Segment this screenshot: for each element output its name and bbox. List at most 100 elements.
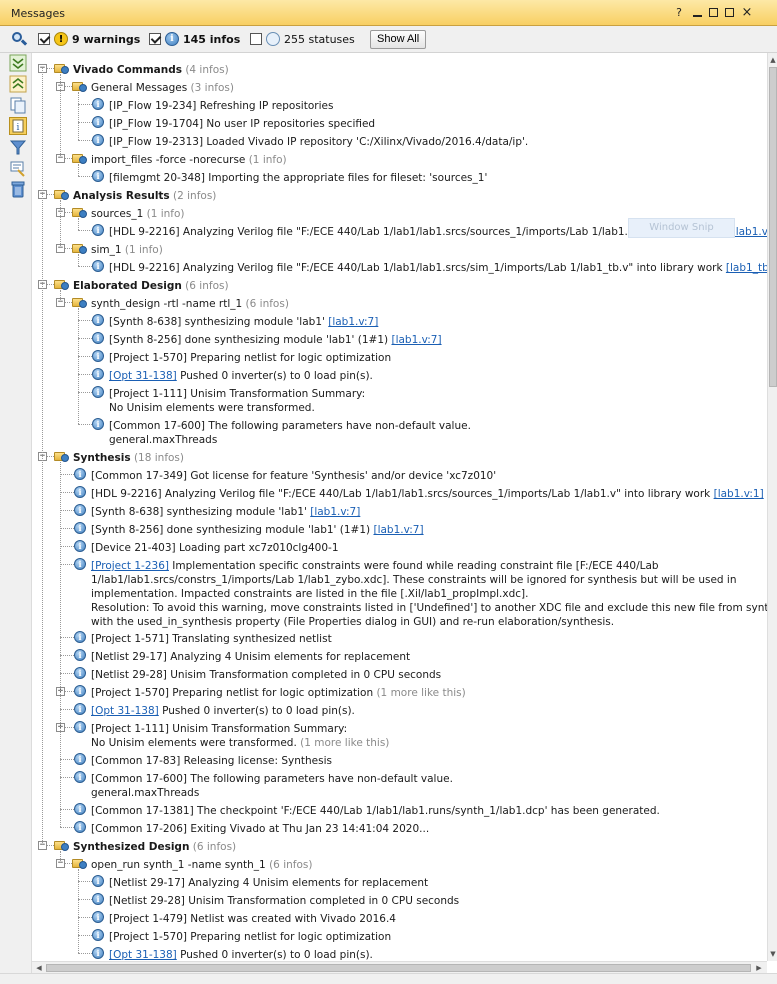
message-count: (6 infos) bbox=[265, 859, 313, 871]
close-button[interactable]: × bbox=[740, 6, 754, 20]
source-link[interactable]: [Opt 31-138] bbox=[91, 705, 159, 717]
tree-group-row[interactable]: − Synthesis (18 infos) bbox=[32, 450, 767, 468]
message-row[interactable]: i [Netlist 29-28] Unisim Transformation c… bbox=[32, 893, 767, 911]
tree-guide-line bbox=[78, 92, 79, 140]
source-link[interactable]: [lab1.v:7] bbox=[373, 524, 423, 536]
infos-checkbox[interactable] bbox=[149, 33, 161, 45]
collapse-all-icon[interactable] bbox=[9, 54, 27, 72]
message-segment: [HDL 9-2216] Analyzing Verilog file "F:/… bbox=[109, 262, 726, 274]
source-link[interactable]: [lab1.v:7] bbox=[328, 316, 378, 328]
message-row[interactable]: i [Opt 31-138] Pushed 0 inverter(s) to 0 … bbox=[32, 947, 767, 961]
message-row[interactable]: i [Project 1-479] Netlist was created wit… bbox=[32, 911, 767, 929]
message-row[interactable]: i [Synth 8-638] synthesizing module 'lab1… bbox=[32, 504, 767, 522]
show-all-button[interactable]: Show All bbox=[370, 30, 427, 49]
message-row[interactable]: i [Synth 8-256] done synthesizing module … bbox=[32, 522, 767, 540]
scroll-left-icon[interactable]: ◀ bbox=[34, 963, 44, 973]
source-link[interactable]: [Opt 31-138] bbox=[109, 949, 177, 961]
message-segment: [Common 17-600] The following parameters… bbox=[91, 773, 453, 785]
message-segment: [IP_Flow 19-1704] No user IP repositorie… bbox=[109, 118, 376, 130]
message-row[interactable]: i [Project 1-111] Unisim Transformation S… bbox=[32, 386, 767, 414]
horizontal-scroll-thumb[interactable] bbox=[46, 964, 751, 972]
vertical-scrollbar[interactable]: ▲ ▼ bbox=[767, 53, 777, 961]
scroll-down-icon[interactable]: ▼ bbox=[769, 949, 777, 959]
message-row[interactable]: i [Project 1-571] Translating synthesized… bbox=[32, 631, 767, 649]
tree-group-row[interactable]: − open_run synth_1 -name synth_1 (6 infos… bbox=[32, 857, 767, 875]
statuses-checkbox[interactable] bbox=[250, 33, 262, 45]
message-row[interactable]: i [Common 17-600] The following parameter… bbox=[32, 771, 767, 799]
float-button[interactable] bbox=[722, 6, 736, 20]
tree-group-row[interactable]: − General Messages (3 infos) bbox=[32, 80, 767, 98]
info-icon: i bbox=[92, 947, 104, 959]
message-row[interactable]: + i [Project 1-570] Preparing netlist for … bbox=[32, 685, 767, 703]
source-link[interactable]: [Opt 31-138] bbox=[109, 370, 177, 382]
tree-group-row[interactable]: − Analysis Results (2 infos) bbox=[32, 188, 767, 206]
message-text: import_files -force -norecurse (1 info) bbox=[91, 153, 287, 167]
message-row[interactable]: i [Device 21-403] Loading part xc7z010clg… bbox=[32, 540, 767, 558]
suppress-icon[interactable] bbox=[9, 159, 27, 177]
message-row[interactable]: i [IP_Flow 19-1704] No user IP repositori… bbox=[32, 116, 767, 134]
tree-group-row[interactable]: − import_files -force -norecurse (1 info) bbox=[32, 152, 767, 170]
source-link[interactable]: [lab1.v:1] bbox=[714, 488, 764, 500]
tree-connector bbox=[78, 935, 92, 936]
tree-group-row[interactable]: − Synthesized Design (6 infos) bbox=[32, 839, 767, 857]
scroll-right-icon[interactable]: ▶ bbox=[754, 963, 764, 973]
trash-icon[interactable] bbox=[9, 180, 27, 198]
source-link[interactable]: [lab1.v:1] bbox=[732, 226, 767, 238]
message-row[interactable]: i [Netlist 29-17] Analyzing 4 Unisim elem… bbox=[32, 649, 767, 667]
message-row[interactable]: i [IP_Flow 19-234] Refreshing IP reposito… bbox=[32, 98, 767, 116]
message-folder-icon bbox=[72, 206, 87, 218]
filter-icon[interactable] bbox=[9, 138, 27, 156]
message-row[interactable]: i [Common 17-349] Got license for feature… bbox=[32, 468, 767, 486]
message-row[interactable]: i [Opt 31-138] Pushed 0 inverter(s) to 0 … bbox=[32, 368, 767, 386]
tree-group-row[interactable]: − Elaborated Design (6 infos) bbox=[32, 278, 767, 296]
message-row[interactable]: i [HDL 9-2216] Analyzing Verilog file "F:… bbox=[32, 260, 767, 278]
message-text: No Unisim elements were transformed. bbox=[109, 401, 315, 415]
vertical-scroll-thumb[interactable] bbox=[769, 67, 777, 387]
search-icon[interactable] bbox=[11, 31, 28, 47]
expand-all-icon[interactable] bbox=[9, 75, 27, 93]
info-icon: i bbox=[74, 540, 86, 552]
message-row[interactable]: i [Netlist 29-28] Unisim Transformation c… bbox=[32, 667, 767, 685]
group-icon[interactable]: i bbox=[9, 117, 27, 135]
message-row[interactable]: i [Project 1-570] Preparing netlist for l… bbox=[32, 929, 767, 947]
message-row[interactable]: i [filemgmt 20-348] Importing the appropr… bbox=[32, 170, 767, 188]
tree-group-row[interactable]: − synth_design -rtl -name rtl_1 (6 infos) bbox=[32, 296, 767, 314]
message-text: [Common 17-600] The following parameters… bbox=[109, 419, 471, 433]
message-row[interactable]: i [Synth 8-638] synthesizing module 'lab1… bbox=[32, 314, 767, 332]
message-row[interactable]: i [Netlist 29-17] Analyzing 4 Unisim elem… bbox=[32, 875, 767, 893]
message-row[interactable]: i [Common 17-1381] The checkpoint 'F:/ECE… bbox=[32, 803, 767, 821]
info-icon: i bbox=[74, 649, 86, 661]
warnings-filter[interactable]: ! 9 warnings bbox=[38, 32, 140, 46]
maximize-button[interactable] bbox=[706, 6, 720, 20]
warnings-checkbox[interactable] bbox=[38, 33, 50, 45]
tree-group-row[interactable]: − sim_1 (1 info) bbox=[32, 242, 767, 260]
message-folder-icon bbox=[72, 296, 87, 308]
help-button[interactable]: ? bbox=[672, 6, 686, 20]
message-row[interactable]: i [IP_Flow 19-2313] Loaded Vivado IP repo… bbox=[32, 134, 767, 152]
message-text: 1/lab1/lab1.srcs/constrs_1/imports/Lab 1… bbox=[91, 573, 737, 587]
info-icon: i bbox=[74, 721, 86, 733]
statuses-filter[interactable]: 255 statuses bbox=[250, 32, 355, 46]
message-segment: open_run synth_1 -name synth_1 bbox=[91, 859, 266, 871]
source-link[interactable]: [lab1_tb.v:1] bbox=[726, 262, 767, 274]
copy-icon[interactable] bbox=[9, 96, 27, 114]
message-row[interactable]: i [Common 17-83] Releasing license: Synth… bbox=[32, 753, 767, 771]
message-row[interactable]: i [Synth 8-256] done synthesizing module … bbox=[32, 332, 767, 350]
infos-filter[interactable]: i 145 infos bbox=[149, 32, 240, 46]
scroll-up-icon[interactable]: ▲ bbox=[769, 55, 777, 65]
message-segment: [Project 1-111] Unisim Transformation Su… bbox=[109, 388, 366, 400]
message-row[interactable]: i [Opt 31-138] Pushed 0 inverter(s) to 0 … bbox=[32, 703, 767, 721]
message-row[interactable]: i [Common 17-206] Exiting Vivado at Thu J… bbox=[32, 821, 767, 839]
source-link[interactable]: [lab1.v:7] bbox=[310, 506, 360, 518]
source-link[interactable]: [lab1.v:7] bbox=[391, 334, 441, 346]
source-link[interactable]: [Project 1-236] bbox=[91, 560, 169, 572]
tree-group-row[interactable]: − Vivado Commands (4 infos) bbox=[32, 62, 767, 80]
message-row[interactable]: i [Common 17-600] The following parameter… bbox=[32, 418, 767, 446]
message-row[interactable]: + i [Project 1-111] Unisim Transformation … bbox=[32, 721, 767, 749]
message-row[interactable]: i [Project 1-236] Implementation specific… bbox=[32, 558, 767, 628]
horizontal-scrollbar[interactable]: ◀ ▶ bbox=[32, 961, 767, 973]
minimize-button[interactable] bbox=[690, 6, 704, 20]
message-row[interactable]: i [Project 1-570] Preparing netlist for l… bbox=[32, 350, 767, 368]
message-row[interactable]: i [HDL 9-2216] Analyzing Verilog file "F:… bbox=[32, 486, 767, 504]
message-folder-icon bbox=[72, 152, 87, 164]
